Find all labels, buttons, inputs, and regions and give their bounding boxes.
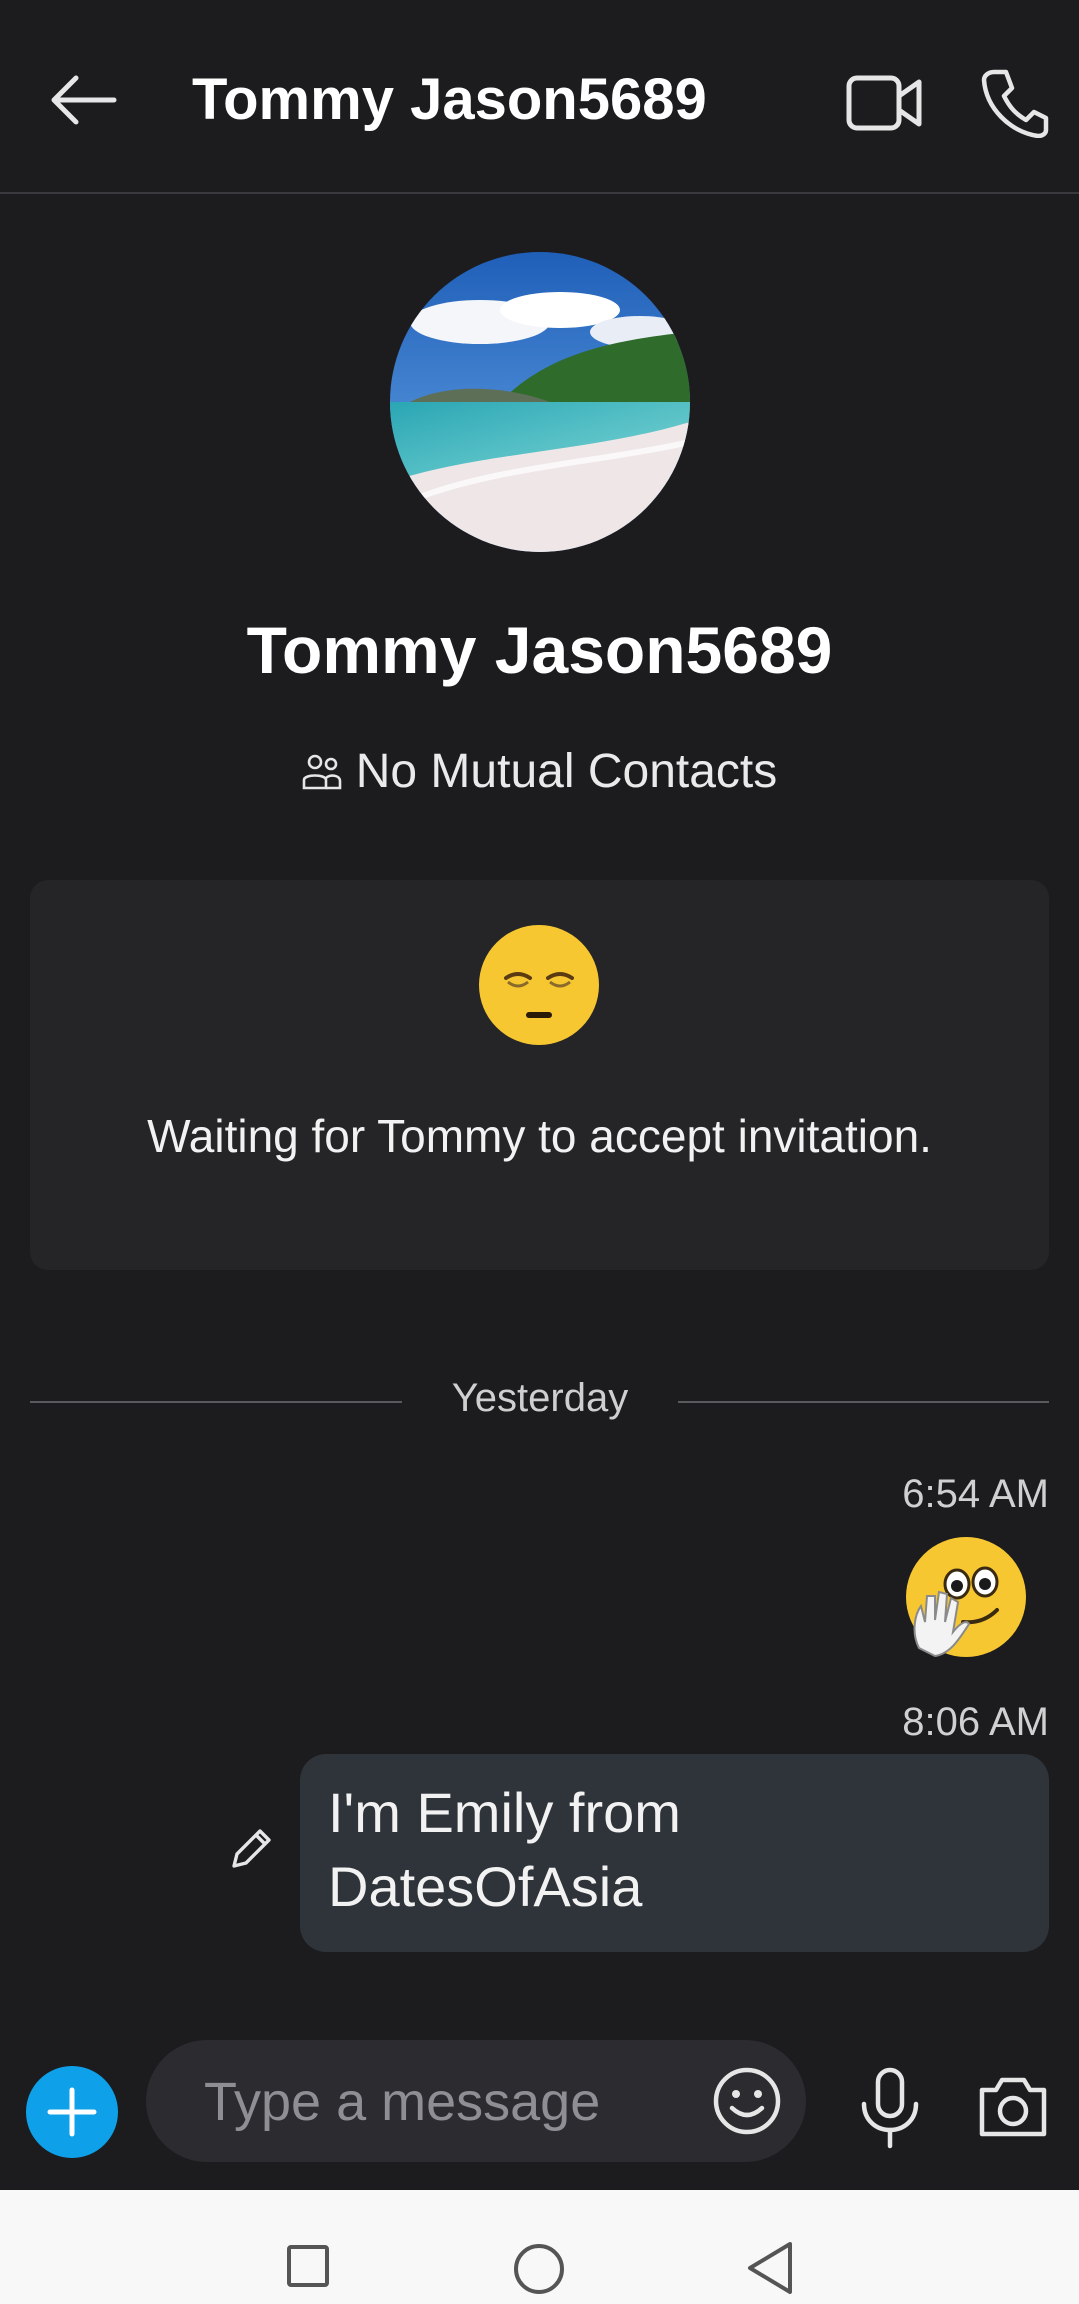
invitation-text: Waiting for Tommy to accept invitation. (147, 1110, 932, 1162)
date-divider-label: Yesterday (451, 1376, 629, 1420)
message-timestamp: 6:54 AM (902, 1472, 1049, 1516)
add-attachment-button[interactable] (26, 2066, 118, 2158)
triangle-back-icon (748, 2242, 792, 2294)
message-timestamp: 8:06 AM (902, 1700, 1049, 1744)
home-button[interactable] (512, 2242, 566, 2296)
chat-header: Tommy Jason5689 (0, 0, 1079, 194)
back-arrow-icon (51, 75, 117, 125)
mutual-contacts-label: No Mutual Contacts (355, 745, 778, 798)
mutual-contacts-row: No Mutual Contacts (0, 744, 1079, 804)
pencil-icon[interactable] (228, 1824, 276, 1872)
emoji-button[interactable] (712, 2066, 782, 2136)
chat-title[interactable]: Tommy Jason5689 (192, 66, 707, 133)
contact-name: Tommy Jason5689 (246, 613, 833, 687)
camera-button[interactable] (976, 2074, 1050, 2140)
recent-apps-button[interactable] (286, 2244, 330, 2288)
circle-icon (514, 2244, 564, 2294)
relieved-face-emoji (478, 924, 600, 1046)
video-call-button[interactable] (845, 70, 925, 136)
beach-photo (390, 252, 690, 552)
divider-line-right (678, 1401, 1049, 1403)
invitation-card: Waiting for Tommy to accept invitation. (30, 880, 1049, 1270)
voice-call-button[interactable] (980, 66, 1050, 139)
phone-icon (981, 69, 1049, 139)
system-back-button[interactable] (744, 2240, 796, 2296)
camera-icon (979, 2077, 1047, 2137)
wave-face-emoji[interactable] (905, 1536, 1027, 1658)
microphone-button[interactable] (858, 2066, 922, 2150)
divider-line-left (30, 1401, 402, 1403)
message-text: I'm Emily from DatesOfAsia (328, 1781, 681, 1918)
microphone-icon (861, 2067, 919, 2149)
contact-avatar[interactable] (390, 252, 690, 552)
smiley-icon (713, 2067, 781, 2135)
message-bubble[interactable]: I'm Emily from DatesOfAsia (300, 1754, 1049, 1952)
square-icon (287, 2245, 329, 2287)
contacts-icon (302, 754, 342, 789)
plus-icon (47, 2087, 97, 2137)
message-composer (146, 2040, 806, 2162)
video-call-icon (846, 75, 922, 131)
message-input[interactable] (202, 2064, 686, 2140)
back-button[interactable] (40, 60, 130, 140)
